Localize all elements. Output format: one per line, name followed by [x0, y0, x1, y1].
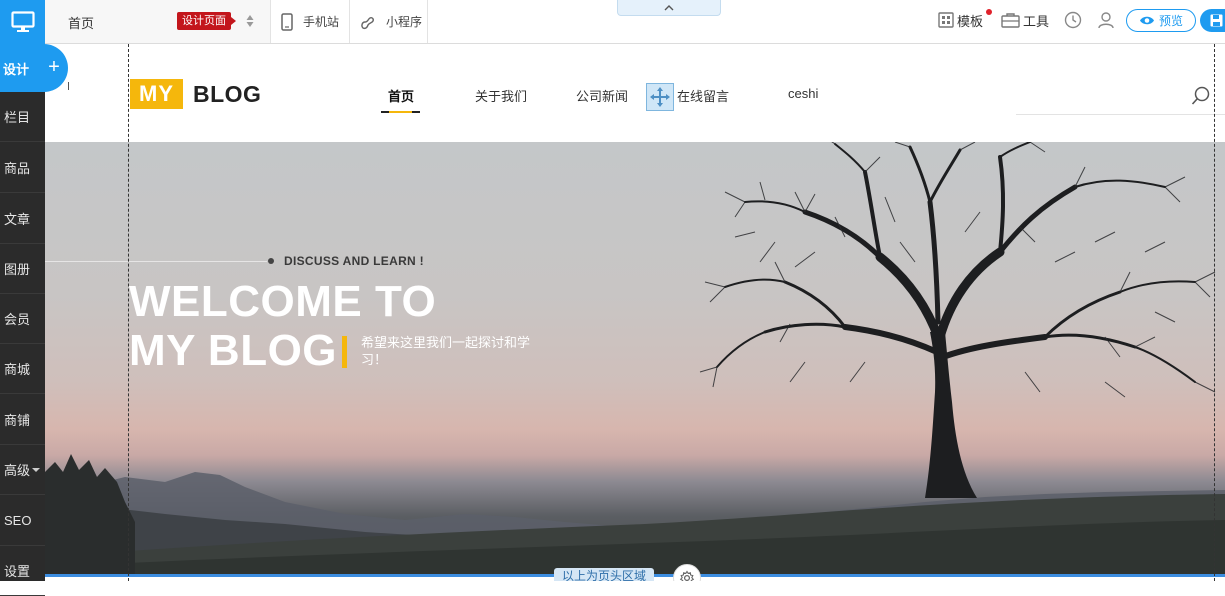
sidebar-item-label: SEO — [4, 513, 32, 528]
nav-about[interactable]: 关于我们 — [475, 86, 527, 105]
hero-tagline: DISCUSS AND LEARN ! — [284, 254, 424, 268]
mini-program-label: 小程序 — [386, 15, 423, 29]
left-sidebar: 设计 + 栏目 商品 文章 图册 会员 商城 商铺 高级 SEO 设置 — [0, 0, 68, 596]
sidebar-item-label: 设计 — [2, 61, 29, 77]
sidebar-item-label: 高级 — [4, 463, 31, 478]
preview-button[interactable]: 预览 — [1126, 9, 1196, 32]
hero-divider-line — [45, 261, 267, 262]
move-arrows-icon — [650, 87, 670, 107]
save-icon — [1210, 14, 1223, 27]
sidebar-item-products[interactable]: 商品 — [0, 143, 45, 193]
sidebar-item-label: 设置 — [4, 564, 31, 579]
history-button[interactable] — [1064, 0, 1085, 40]
user-icon — [1098, 12, 1114, 29]
sidebar-item-settings[interactable]: 设置 — [0, 546, 45, 596]
move-handle[interactable] — [646, 83, 674, 111]
mobile-site-button[interactable]: 手机站 — [271, 0, 350, 43]
sidebar-item-label: 图册 — [4, 262, 31, 277]
sidebar-item-members[interactable]: 会员 — [0, 294, 45, 344]
account-button[interactable] — [1098, 0, 1117, 40]
toolbox-icon — [1001, 13, 1020, 28]
nav-ceshi[interactable]: ceshi — [788, 86, 818, 101]
preview-label: 预览 — [1158, 14, 1183, 28]
eye-icon — [1139, 16, 1154, 25]
sidebar-item-seo[interactable]: SEO — [0, 496, 45, 546]
nav-news[interactable]: 公司新闻 — [576, 86, 628, 105]
sidebar-item-label: 会员 — [4, 312, 31, 327]
hero-banner[interactable]: DISCUSS AND LEARN ! WELCOME TO MY BLOG 希… — [45, 142, 1225, 577]
template-label: 模板 — [957, 13, 984, 29]
hero-title-line2: MY BLOG — [129, 326, 338, 375]
mini-program-button[interactable]: 小程序 — [350, 0, 428, 43]
page-selector[interactable]: 首页 设计页面 — [45, 0, 271, 43]
sidebar-item-mall[interactable]: 商城 — [0, 344, 45, 394]
hero-bullet-dot — [268, 258, 274, 264]
logo-blog: BLOG — [193, 80, 262, 107]
sidebar-item-label: 文章 — [4, 212, 31, 227]
chevron-up-icon — [664, 4, 674, 10]
monitor-icon — [10, 11, 35, 32]
sidebar-item-design[interactable]: 设计 + — [0, 44, 68, 92]
search-icon[interactable] — [1191, 86, 1211, 106]
sidebar-item-label: 商品 — [4, 161, 31, 176]
top-toolbar: 首页 设计页面 手机站 小程序 模板 工具 预览 — [45, 0, 1225, 44]
sidebar-item-albums[interactable]: 图册 — [0, 244, 45, 294]
template-grid-icon — [938, 12, 954, 28]
site-logo[interactable]: MY BLOG — [130, 79, 261, 109]
plus-icon[interactable]: + — [46, 56, 62, 80]
header-area-label: 以上为页头区域 — [554, 568, 655, 581]
search-input-underline — [1016, 114, 1225, 115]
sidebar-item-advanced[interactable]: 高级 — [0, 445, 45, 495]
desktop-site-button[interactable] — [0, 0, 45, 44]
hero-subtitle: 希望来这里我们一起探讨和学习！ — [361, 335, 531, 367]
design-canvas: MY BLOG 首页 关于我们 公司新闻 在线留言 ceshi DISCUSS … — [45, 44, 1225, 581]
design-page-badge: 设计页面 — [177, 12, 236, 30]
collapse-toolbar-button[interactable] — [617, 0, 721, 16]
sidebar-item-label: 栏目 — [4, 110, 31, 125]
content-guide-left — [128, 44, 129, 581]
mobile-site-label: 手机站 — [303, 15, 340, 29]
tools-label: 工具 — [1023, 13, 1050, 29]
clock-icon — [1064, 11, 1082, 29]
notification-dot — [986, 9, 992, 15]
hero-title-line1: WELCOME TO — [129, 277, 437, 326]
tools-button[interactable]: 工具 — [1001, 0, 1049, 40]
sidebar-item-articles[interactable]: 文章 — [0, 194, 45, 244]
caret-down-icon — [32, 467, 41, 472]
nav-home[interactable]: 首页 — [388, 86, 414, 105]
sidebar-item-columns[interactable]: 栏目 — [0, 92, 45, 142]
sidebar-item-label: 商铺 — [4, 413, 31, 428]
nav-message[interactable]: 在线留言 — [677, 86, 729, 105]
hero-accent-bar — [342, 336, 347, 368]
ruler-tick — [68, 82, 69, 90]
site-header: MY BLOG 首页 关于我们 公司新闻 在线留言 ceshi — [45, 44, 1225, 142]
template-button[interactable]: 模板 — [938, 0, 992, 40]
gear-icon — [679, 570, 695, 581]
sidebar-item-shops[interactable]: 商铺 — [0, 395, 45, 445]
content-guide-right — [1214, 44, 1215, 581]
mobile-phone-icon — [281, 12, 293, 31]
save-button[interactable] — [1200, 9, 1225, 32]
mini-program-icon — [361, 16, 374, 29]
sidebar-item-label: 商城 — [4, 362, 31, 377]
logo-my: MY — [130, 79, 183, 109]
nav-active-underline — [381, 111, 420, 113]
current-page-name: 首页 — [68, 16, 95, 31]
sort-arrows-icon[interactable] — [246, 14, 254, 28]
